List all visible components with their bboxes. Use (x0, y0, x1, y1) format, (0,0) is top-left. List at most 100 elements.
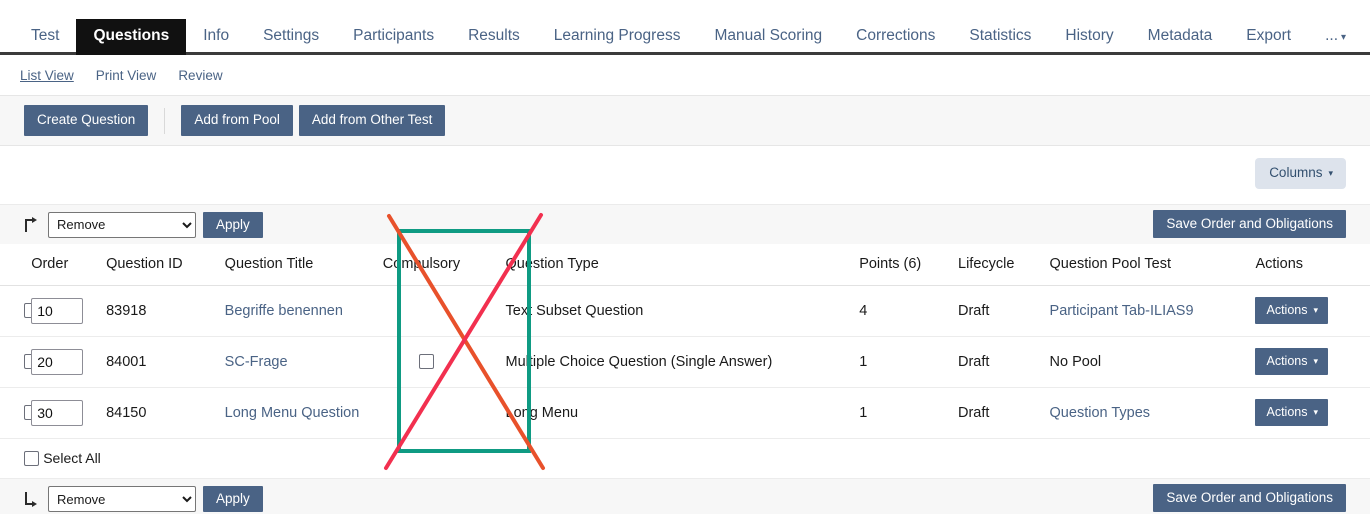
row-points: 1 (859, 387, 958, 439)
header-actions: Actions (1255, 244, 1370, 286)
header-lifecycle: Lifecycle (958, 244, 1050, 286)
question-pool-link[interactable]: Question Types (1050, 405, 1151, 421)
tab-statistics[interactable]: Statistics (952, 19, 1048, 55)
row-question-type: Multiple Choice Question (Single Answer) (505, 336, 860, 388)
row-actions: Actions ▾ (1255, 336, 1370, 388)
header-order: Order (31, 244, 107, 286)
more-tab-label: ... (1325, 27, 1339, 45)
arrow-up-right-icon (22, 216, 40, 234)
row-compulsory (382, 387, 506, 439)
save-order-button-bottom[interactable]: Save Order and Obligations (1153, 484, 1346, 513)
row-question-title: Long Menu Question (224, 387, 383, 439)
row-question-id: 83918 (106, 285, 225, 337)
tab-metadata[interactable]: Metadata (1131, 19, 1230, 55)
row-pool: Participant Tab-ILIAS9 (1049, 285, 1256, 337)
row-order-cell (31, 285, 107, 337)
create-question-button[interactable]: Create Question (24, 105, 149, 136)
tab-settings[interactable]: Settings (246, 19, 336, 55)
toolbar: Create Question Add from Pool Add from O… (0, 95, 1370, 146)
apply-button-bottom[interactable]: Apply (203, 486, 263, 513)
tab-test[interactable]: Test (14, 19, 76, 55)
tab-manual-scoring[interactable]: Manual Scoring (697, 19, 839, 55)
table-body: 83918 Begriffe benennen Text Subset Ques… (0, 285, 1370, 480)
table-row: 84150 Long Menu Question Long Menu 1 Dra… (0, 387, 1370, 439)
row-question-title: Begriffe benennen (224, 285, 383, 337)
header-question-pool-test: Question Pool Test (1049, 244, 1256, 286)
arrow-down-right-icon (22, 490, 40, 508)
row-question-id: 84001 (106, 336, 225, 388)
question-pool-text: No Pool (1049, 353, 1102, 370)
add-from-pool-button[interactable]: Add from Pool (181, 105, 293, 136)
tab-export[interactable]: Export (1229, 19, 1308, 55)
header-compulsory: Compulsory (382, 244, 506, 286)
row-actions-label: Actions (1266, 405, 1308, 419)
row-actions-label: Actions (1266, 303, 1308, 317)
row-order-cell (31, 336, 107, 388)
row-actions: Actions ▾ (1255, 387, 1370, 439)
apply-button-top[interactable]: Apply (203, 211, 263, 238)
row-actions-button[interactable]: Actions ▾ (1255, 297, 1329, 324)
main-tab-bar: Test Questions Info Settings Participant… (0, 0, 1370, 55)
tab-results[interactable]: Results (451, 19, 537, 55)
row-actions-button[interactable]: Actions ▾ (1255, 399, 1329, 426)
row-order-cell (31, 387, 107, 439)
header-question-title: Question Title (224, 244, 383, 286)
tab-learning-progress[interactable]: Learning Progress (537, 19, 698, 55)
question-title-link[interactable]: Begriffe benennen (225, 303, 343, 319)
question-pool-link[interactable]: Participant Tab-ILIAS9 (1050, 303, 1194, 319)
tab-questions[interactable]: Questions (76, 19, 187, 55)
row-compulsory (382, 336, 506, 388)
page-root: Test Questions Info Settings Participant… (0, 0, 1370, 514)
select-all-row: Select All (0, 438, 1370, 480)
chevron-down-icon: ▾ (1328, 168, 1333, 178)
bulk-action-bar-top: Remove Apply Save Order and Obligations (0, 204, 1370, 244)
row-lifecycle: Draft (958, 387, 1050, 439)
tab-info[interactable]: Info (186, 19, 246, 55)
chevron-down-icon: ▾ (1313, 305, 1319, 315)
header-question-type: Question Type (505, 244, 860, 286)
row-actions: Actions ▾ (1255, 285, 1370, 337)
header-points: Points (6) (859, 244, 958, 286)
row-lifecycle: Draft (958, 285, 1050, 337)
select-all-label-cell: Select All (31, 438, 1370, 480)
row-question-id: 84150 (106, 387, 225, 439)
row-actions-button[interactable]: Actions ▾ (1255, 348, 1329, 375)
compulsory-checkbox[interactable] (418, 354, 434, 370)
chevron-down-icon: ▾ (1341, 32, 1347, 44)
order-input[interactable] (31, 399, 84, 426)
tab-history[interactable]: History (1048, 19, 1130, 55)
columns-button-label: Columns (1269, 165, 1323, 180)
row-question-type: Text Subset Question (505, 285, 860, 337)
select-all-cell (0, 438, 39, 480)
sub-tab-bar: List View Print View Review (0, 55, 1370, 95)
tab-participants[interactable]: Participants (336, 19, 451, 55)
table-row: 83918 Begriffe benennen Text Subset Ques… (0, 285, 1370, 337)
tab-more-menu[interactable]: ... ▾ (1308, 19, 1358, 55)
bulk-action-select-top[interactable]: Remove (48, 211, 196, 238)
chevron-down-icon: ▾ (1313, 407, 1319, 417)
row-pool: No Pool (1049, 336, 1256, 388)
question-title-link[interactable]: SC-Frage (225, 354, 288, 370)
order-input[interactable] (31, 348, 84, 375)
header-select (0, 244, 32, 286)
row-points: 1 (859, 336, 958, 388)
row-points: 4 (859, 285, 958, 337)
questions-table: Order Question ID Question Title Compuls… (0, 244, 1370, 480)
order-input[interactable] (31, 297, 84, 324)
save-order-button-top[interactable]: Save Order and Obligations (1153, 210, 1346, 238)
subtab-review[interactable]: Review (178, 68, 222, 83)
bulk-action-select-bottom[interactable]: Remove (48, 486, 196, 513)
row-compulsory (382, 285, 506, 337)
row-question-type: Long Menu (505, 387, 860, 439)
table-header-row: Order Question ID Question Title Compuls… (0, 244, 1370, 286)
subtab-list-view[interactable]: List View (20, 68, 74, 83)
table-head: Order Question ID Question Title Compuls… (0, 244, 1370, 286)
tab-corrections[interactable]: Corrections (839, 19, 952, 55)
question-title-link[interactable]: Long Menu Question (225, 405, 360, 421)
subtab-print-view[interactable]: Print View (96, 68, 157, 83)
row-select-cell (0, 285, 39, 337)
columns-button[interactable]: Columns ▾ (1255, 158, 1346, 189)
row-select-cell (0, 336, 39, 388)
add-from-other-test-button[interactable]: Add from Other Test (298, 105, 446, 136)
bulk-action-bar-bottom: Remove Apply Save Order and Obligations (0, 479, 1370, 514)
